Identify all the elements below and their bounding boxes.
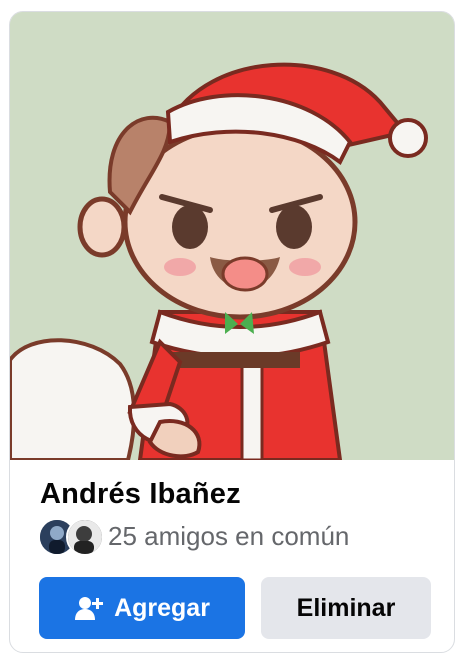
friend-name[interactable]: Andrés Ibañez <box>40 478 241 511</box>
add-friend-icon <box>74 595 104 621</box>
mutual-friends-count: 25 amigos en común <box>108 520 350 551</box>
santa-cartoon-illustration <box>10 12 454 460</box>
profile-photo[interactable] <box>10 12 454 460</box>
add-friend-button[interactable]: Agregar <box>39 577 245 639</box>
friend-suggestion-card: Andrés Ibañez 25 amigos en común Agregar… <box>9 11 455 653</box>
add-friend-label: Agregar <box>114 593 210 622</box>
mutual-friend-avatar <box>66 518 104 556</box>
remove-suggestion-button[interactable]: Eliminar <box>261 577 431 639</box>
mutual-friends-row[interactable]: 25 amigos en común <box>38 517 350 556</box>
mutual-friend-avatars <box>38 518 104 556</box>
remove-suggestion-label: Eliminar <box>296 593 396 622</box>
